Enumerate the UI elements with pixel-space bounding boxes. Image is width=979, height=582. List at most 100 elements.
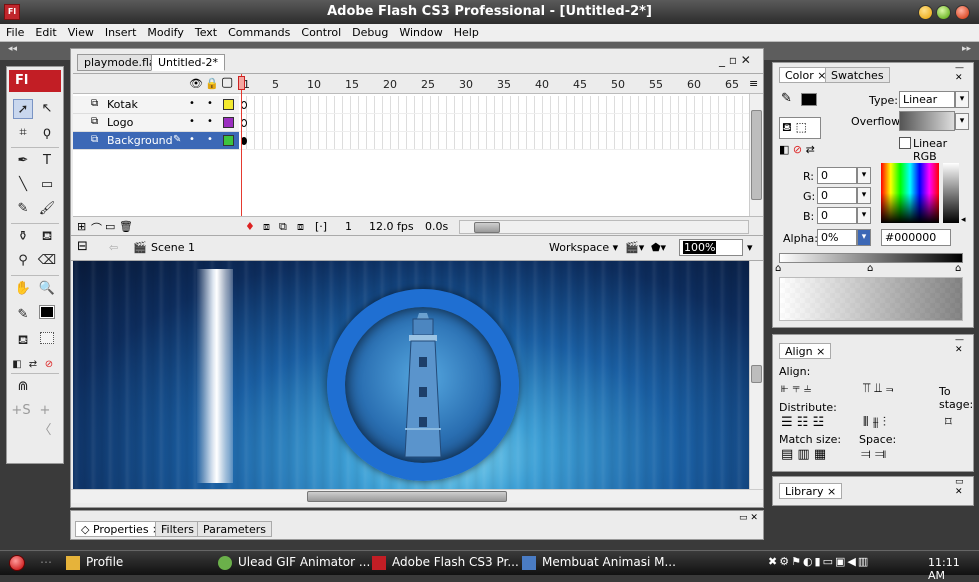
add-motion-guide-icon[interactable]: ⌒ [91, 220, 102, 236]
layer-row-background[interactable]: ⧉ Background ✎ • • [73, 132, 763, 150]
menu-file[interactable]: File [0, 24, 29, 39]
alpha-dropdown-icon[interactable]: ▾ [857, 229, 871, 246]
smooth-icon[interactable]: +S [11, 401, 31, 421]
panel-controls-icon[interactable]: — ✕ [955, 63, 973, 83]
eyedropper-tool-icon[interactable]: ⚲ [13, 251, 33, 271]
overflow-dropdown-icon[interactable]: ▾ [955, 113, 969, 130]
type-select[interactable]: Linear [899, 91, 955, 108]
layer-row-kotak[interactable]: ⧉ Kotak • • [73, 96, 763, 114]
taskbar-item-profile[interactable]: Profile [66, 555, 123, 572]
scrollbar-thumb[interactable] [307, 491, 507, 502]
show-hide-all-layers-icon[interactable]: 👁 [189, 77, 203, 90]
stage[interactable] [73, 261, 749, 489]
zoom-input[interactable]: 100% [679, 239, 743, 256]
playhead[interactable] [241, 74, 242, 234]
menu-edit[interactable]: Edit [29, 24, 61, 39]
subselection-tool-icon[interactable]: ↖ [37, 99, 57, 119]
lock-dot[interactable]: • [207, 116, 213, 127]
layer-frames[interactable] [239, 114, 749, 132]
visibility-dot[interactable]: • [189, 116, 195, 127]
edit-multiple-frames-icon[interactable]: [·] [315, 220, 327, 233]
straighten-icon[interactable]: +〈 [35, 401, 55, 438]
pen-tool-icon[interactable]: ✒ [13, 151, 33, 171]
visibility-dot[interactable]: • [189, 134, 195, 145]
hex-input[interactable]: #000000 [881, 229, 951, 246]
center-frame-icon[interactable]: ⧈ [263, 220, 270, 234]
taskbar-item-membuat[interactable]: Membuat Animasi M... [522, 555, 676, 572]
quick-launch-icon[interactable]: ⋯ [40, 555, 52, 569]
collapse-left-icon[interactable]: ◂◂ [8, 44, 17, 54]
stroke-color-swatch[interactable] [801, 93, 817, 106]
zoom-tool-icon[interactable]: 🔍 [37, 279, 57, 299]
layer-frames[interactable] [239, 96, 749, 114]
gradient-stop-icon[interactable]: ⌂ [955, 263, 961, 274]
maximize-button[interactable] [936, 5, 951, 20]
timeline-menu-icon[interactable]: ≡ [749, 77, 758, 90]
playhead-handle[interactable] [238, 76, 245, 90]
layer-outline-color[interactable] [223, 135, 234, 146]
to-stage-button-icon[interactable]: ⌑ [945, 415, 952, 430]
stroke-color-swatch[interactable] [37, 305, 57, 325]
insert-layer-icon[interactable]: ⊞ [77, 220, 86, 233]
timeline-toggle-icon[interactable]: ⊟ [77, 239, 88, 254]
light-bar-graphic[interactable] [197, 269, 233, 483]
tab-align[interactable]: Align × [779, 343, 832, 359]
menu-help[interactable]: Help [448, 24, 484, 39]
color-spectrum-picker[interactable] [881, 163, 939, 223]
green-dropdown-icon[interactable]: ▾ [857, 187, 871, 204]
align-top-icons[interactable]: ⫪ ⫫ ⫬ [863, 381, 894, 396]
scrollbar-thumb[interactable] [474, 222, 500, 233]
hand-tool-icon[interactable]: ✋ [13, 279, 33, 299]
no-color-icon[interactable]: ⊘ [41, 355, 57, 375]
blue-dropdown-icon[interactable]: ▾ [857, 207, 871, 224]
delete-layer-icon[interactable]: 🗑 [119, 220, 133, 233]
brightness-slider[interactable] [943, 163, 959, 223]
color-swap-icons[interactable]: ◧ ⊘ ⇄ [779, 143, 815, 156]
back-arrow-icon[interactable]: ⇦ [109, 241, 118, 254]
alpha-input[interactable]: 0% [817, 229, 857, 246]
taskbar-item-ulead[interactable]: Ulead GIF Animator ... [218, 555, 370, 572]
blue-input[interactable]: 0 [817, 207, 857, 224]
insert-folder-icon[interactable]: ▭ [105, 220, 115, 233]
ink-bottle-tool-icon[interactable]: ⚱ [13, 227, 33, 247]
match-size-icons[interactable]: ▤ ▥ ▦ [781, 447, 826, 462]
tab-filters[interactable]: Filters [155, 521, 200, 537]
collapse-right-icon[interactable]: ▸▸ [962, 44, 971, 54]
fill-color-swatch[interactable] [37, 331, 57, 351]
space-icons[interactable]: ⫤ ⫥ [861, 447, 886, 462]
menu-modify[interactable]: Modify [141, 24, 188, 39]
visibility-dot[interactable]: • [189, 98, 195, 109]
tab-swatches[interactable]: Swatches [825, 67, 890, 83]
tab-parameters[interactable]: Parameters [197, 521, 272, 537]
panel-controls-icon[interactable]: ▭ ✕ [955, 477, 973, 497]
lock-all-layers-icon[interactable]: 🔒 [205, 77, 219, 90]
snap-to-objects-icon[interactable]: ⋒ [13, 377, 33, 397]
scene-name[interactable]: Scene 1 [151, 241, 195, 254]
red-dropdown-icon[interactable]: ▾ [857, 167, 871, 184]
black-white-icon[interactable]: ◧ [9, 355, 25, 375]
system-tray-icons[interactable]: ✖⚙⚑◐▮▭▣◀▥ [768, 555, 870, 568]
panel-controls-icon[interactable]: — ✕ [955, 335, 973, 355]
rectangle-tool-icon[interactable]: ▭ [37, 175, 57, 195]
free-transform-tool-icon[interactable]: ⌗ [13, 123, 33, 143]
menu-window[interactable]: Window [393, 24, 447, 39]
swap-colors-icon[interactable]: ⇄ [25, 355, 41, 375]
green-input[interactable]: 0 [817, 187, 857, 204]
lighthouse-graphic[interactable] [391, 309, 455, 459]
linear-rgb-checkbox[interactable] [899, 137, 911, 149]
distribute-left-icons[interactable]: ⫴ ⫵ ⫶ [863, 415, 886, 430]
menu-control[interactable]: Control [295, 24, 346, 39]
distribute-top-icons[interactable]: ☰ ☷ ☳ [781, 415, 824, 430]
close-button[interactable] [955, 5, 970, 20]
taskbar-item-flash[interactable]: Adobe Flash CS3 Pr... [372, 555, 519, 572]
outline-all-layers-icon[interactable]: ▢ [221, 75, 233, 90]
panel-controls-icon[interactable]: ▭ ✕ [739, 513, 758, 523]
edit-symbols-icon[interactable]: ⬟▾ [651, 241, 666, 254]
tab-library[interactable]: Library × [779, 483, 843, 499]
lasso-tool-icon[interactable]: ϙ [37, 123, 57, 143]
layer-frames[interactable] [239, 132, 749, 150]
layer-outline-color[interactable] [223, 117, 234, 128]
pencil-tool-icon[interactable]: ✎ [13, 199, 33, 219]
red-input[interactable]: 0 [817, 167, 857, 184]
minimize-button[interactable] [918, 5, 933, 20]
